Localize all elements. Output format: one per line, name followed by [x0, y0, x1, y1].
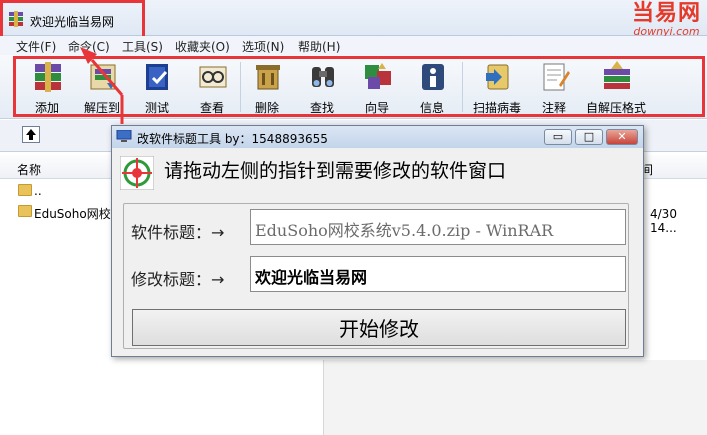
dialog-instruction: 请拖动左侧的指针到需要修改的软件窗口: [164, 160, 507, 182]
file-name: EduSoho网校: [34, 207, 111, 221]
menu-options[interactable]: 选项(N): [242, 38, 284, 55]
menu-file[interactable]: 文件(F): [16, 38, 56, 55]
crosshair-pointer-icon[interactable]: [120, 156, 154, 190]
toolbar-highlight-box: [13, 56, 705, 117]
column-name-header[interactable]: 名称: [17, 161, 41, 178]
title-highlight-box: [0, 0, 145, 41]
up-arrow-icon: [26, 129, 36, 140]
new-title-input[interactable]: 欢迎光临当易网: [250, 256, 626, 292]
original-title-label: 软件标题：→: [131, 223, 225, 242]
dialog-title: 改软件标题工具 by：1548893655: [137, 132, 328, 146]
menu-tools[interactable]: 工具(S): [122, 38, 163, 55]
rename-title-dialog: 改软件标题工具 by：1548893655 ▭ □ ✕ 请拖动左侧的指针到需要修…: [111, 125, 644, 357]
menu-commands[interactable]: 命令(C): [68, 38, 110, 55]
up-folder-button[interactable]: [22, 126, 40, 143]
menu-bar: 文件(F) 命令(C) 工具(S) 收藏夹(O) 选项(N) 帮助(H): [0, 36, 707, 55]
dialog-titlebar[interactable]: 改软件标题工具 by：1548893655 ▭ □ ✕: [112, 126, 643, 148]
empty-panel-area: [323, 360, 707, 435]
site-watermark: 当易网 downyi.com: [631, 1, 701, 38]
new-title-label: 修改标题：→: [131, 270, 225, 289]
monitor-icon: [116, 130, 132, 142]
menu-favorites[interactable]: 收藏夹(O): [175, 38, 230, 55]
start-modify-button[interactable]: 开始修改: [132, 309, 626, 346]
original-title-field[interactable]: EduSoho网校系统v5.4.0.zip - WinRAR: [250, 209, 626, 245]
folder-icon: [18, 205, 32, 217]
maximize-button[interactable]: □: [575, 129, 603, 145]
close-button[interactable]: ✕: [606, 129, 638, 145]
folder-icon: [18, 184, 32, 196]
file-name: ..: [34, 184, 42, 198]
watermark-logo-text: 当易网: [631, 1, 701, 26]
file-modified-time: 4/30 14...: [650, 207, 677, 235]
menu-help[interactable]: 帮助(H): [298, 38, 340, 55]
minimize-button[interactable]: ▭: [544, 129, 572, 145]
